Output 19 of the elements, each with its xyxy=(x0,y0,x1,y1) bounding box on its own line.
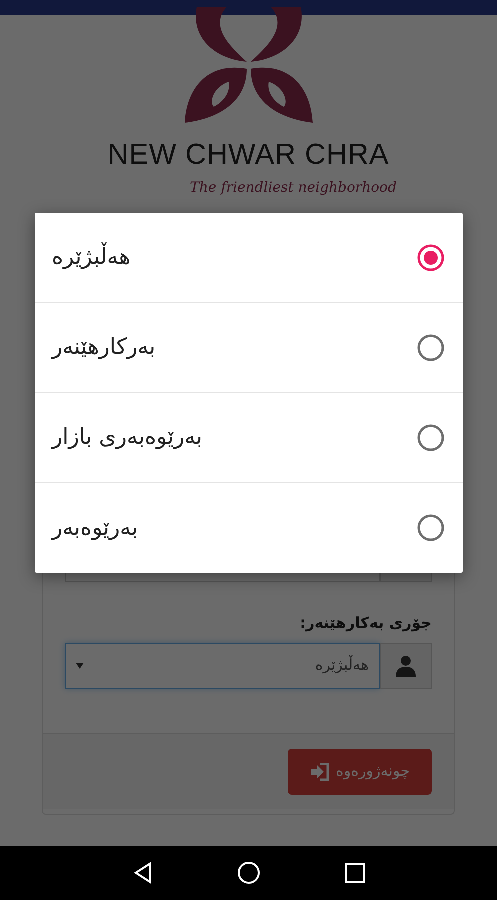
radio-button[interactable] xyxy=(417,424,445,452)
login-icon xyxy=(310,762,330,780)
home-icon[interactable] xyxy=(236,861,260,885)
caret-icon xyxy=(76,662,84,668)
option-label: بەرێوەبەر xyxy=(52,514,138,542)
radio-button[interactable] xyxy=(417,334,445,362)
user-icon xyxy=(396,654,416,676)
option-label: بەرکارهێنەر xyxy=(52,334,156,362)
login-button[interactable]: چونەژورەوە xyxy=(288,748,432,794)
back-icon[interactable] xyxy=(132,862,154,884)
radio-button[interactable] xyxy=(417,244,445,272)
app-title: NEW CHWAR CHRA xyxy=(108,141,390,170)
tagline: The friendliest neighborhood xyxy=(190,179,397,198)
user-type-label: جۆری بەکارهێنەر: xyxy=(299,613,432,634)
option-label: هەڵبژێرە xyxy=(52,241,131,274)
option-label: بەرێوەبەری بازار xyxy=(52,424,202,452)
recents-icon[interactable] xyxy=(344,862,366,884)
radio-button[interactable] xyxy=(417,514,445,542)
user-type-select[interactable]: هەڵبژێرە xyxy=(65,642,380,688)
